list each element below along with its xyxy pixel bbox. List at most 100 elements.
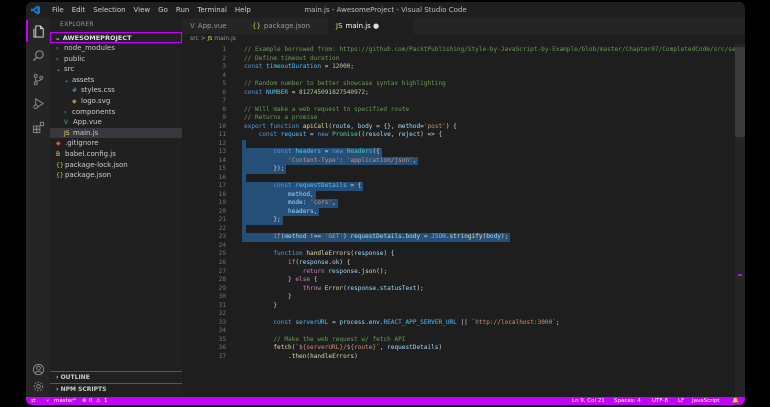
menu-item-file[interactable]: File: [48, 2, 68, 18]
code-line[interactable]: 11 const request = new Promise((resolve,…: [182, 131, 735, 140]
line-number: 7: [222, 97, 226, 105]
code-line[interactable]: 5 // Random number to better showcase syn…: [182, 80, 735, 89]
menu-item-run[interactable]: Run: [172, 2, 193, 18]
code-line[interactable]: 16: [182, 174, 735, 183]
language-mode[interactable]: JavaScript: [692, 397, 720, 405]
project-folder-header[interactable]: ⌄ AWESOMEPROJECT: [50, 32, 182, 43]
git-branch[interactable]: master*: [54, 397, 76, 405]
code-line[interactable]: 21 };: [182, 216, 735, 225]
end-of-line[interactable]: LF: [678, 397, 684, 405]
tree-item[interactable]: › components: [50, 107, 182, 118]
code-line[interactable]: 36 fetch(`${serverURL}/${route}`, reques…: [182, 344, 735, 353]
files-icon[interactable]: [26, 20, 50, 42]
tree-item[interactable]: ⌄ assets: [50, 75, 182, 86]
code-line[interactable]: 22: [182, 225, 735, 234]
tab-app-vue[interactable]: V App.vue: [182, 18, 244, 34]
extensions-icon[interactable]: [26, 116, 50, 138]
code-line[interactable]: 29 throw Error(response.statusText);: [182, 285, 735, 294]
tree-item[interactable]: {}package-lock.json: [50, 160, 182, 171]
code-line[interactable]: 2 // Define timeout duration: [182, 55, 735, 64]
js-file-icon: JS: [207, 36, 213, 42]
code-line[interactable]: 8 // Will make a web request to specified…: [182, 106, 735, 115]
code-editor[interactable]: 1 // Example borrowed from: https://githu…: [182, 44, 745, 397]
tab-main-js[interactable]: JS main.js ●: [328, 18, 414, 34]
code-line[interactable]: 37 .then(handleErrors): [182, 353, 735, 362]
source-control-icon[interactable]: [26, 68, 50, 90]
code-line[interactable]: 20 headers,: [182, 208, 735, 217]
tree-item[interactable]: {}package.json: [50, 170, 182, 181]
code-text: }: [244, 301, 278, 309]
code-line[interactable]: 13 const headers = new Headers({: [182, 148, 735, 157]
code-line[interactable]: 30 }: [182, 293, 735, 302]
code-line[interactable]: 6 const NUMBER = 812745091827540972;: [182, 89, 735, 98]
menu-item-view[interactable]: View: [130, 2, 155, 18]
explorer-header: EXPLORER: [60, 21, 94, 28]
tree-item-label: assets: [72, 75, 95, 84]
settings-gear-icon[interactable]: [26, 375, 50, 397]
remote-icon[interactable]: ⇄: [31, 397, 36, 405]
code-line[interactable]: 14 'Content-Type': 'application/json',: [182, 157, 735, 166]
unsaved-dot-icon[interactable]: ●: [371, 22, 379, 30]
warning-count[interactable]: 1: [104, 397, 108, 405]
tree-item[interactable]: ⌄ src: [50, 64, 182, 75]
code-line[interactable]: 3 const timeoutDuration = 12000;: [182, 63, 735, 72]
chevron-down-icon: ⌄: [55, 34, 63, 42]
code-line[interactable]: 10 export function apiCall(route, body = …: [182, 123, 735, 132]
code-text: const NUMBER = 812745091827540972;: [244, 88, 369, 96]
tree-item[interactable]: Bbabel.config.js: [50, 149, 182, 160]
tree-item[interactable]: › public: [50, 54, 182, 65]
line-number: 27: [218, 267, 226, 275]
code-line[interactable]: 27 return response.json();: [182, 268, 735, 277]
code-line[interactable]: 31 }: [182, 302, 735, 311]
code-line[interactable]: 12: [182, 140, 735, 149]
code-line[interactable]: 7: [182, 97, 735, 106]
menu-item-selection[interactable]: Selection: [89, 2, 129, 18]
breadcrumb-file[interactable]: main.js: [214, 35, 236, 42]
code-line[interactable]: 26 if(response.ok) {: [182, 259, 735, 268]
encoding[interactable]: UTF-8: [652, 397, 668, 405]
code-line[interactable]: 23 if(method !== 'GET') requestDetails.b…: [182, 233, 735, 242]
tree-item[interactable]: # styles.css: [50, 85, 182, 96]
menu-item-go[interactable]: Go: [154, 2, 172, 18]
cursor-position[interactable]: Ln 9, Col 21: [572, 397, 605, 405]
menu-item-help[interactable]: Help: [231, 2, 255, 18]
indentation[interactable]: Spaces: 4: [614, 397, 641, 405]
code-line[interactable]: 1 // Example borrowed from: https://githu…: [182, 46, 735, 55]
title-bar: File Edit Selection View Go Run Terminal Help m…: [26, 2, 745, 18]
tree-item[interactable]: › node_modules: [50, 43, 182, 54]
run-debug-icon[interactable]: [26, 92, 50, 114]
code-line[interactable]: 19 mode: 'cors',: [182, 199, 735, 208]
line-number: 14: [218, 156, 226, 164]
code-line[interactable]: 28 } else {: [182, 276, 735, 285]
tree-item[interactable]: V App.vue: [50, 117, 182, 128]
code-line[interactable]: 15 });: [182, 165, 735, 174]
code-line[interactable]: 4: [182, 72, 735, 81]
scrollbar-thumb[interactable]: [735, 47, 745, 137]
code-line[interactable]: 18 method,: [182, 191, 735, 200]
overview-ruler-mark: [738, 274, 742, 276]
tree-item[interactable]: ◈ logo.svg: [50, 96, 182, 107]
notifications-bell-icon[interactable]: 🔔: [732, 397, 739, 405]
code-line[interactable]: 25 function handleErrors(response) {: [182, 250, 735, 259]
menu-item-edit[interactable]: Edit: [68, 2, 90, 18]
tree-item[interactable]: JS main.js: [50, 127, 182, 139]
npm-scripts-panel-header[interactable]: › NPM SCRIPTS: [50, 383, 182, 395]
breadcrumb-folder[interactable]: src: [190, 35, 199, 42]
search-icon[interactable]: [26, 44, 50, 66]
code-line[interactable]: 34: [182, 327, 735, 336]
code-line[interactable]: 35 // Make the web request w/ fetch API: [182, 336, 735, 345]
code-line[interactable]: 9 // Returns a promise: [182, 114, 735, 123]
error-count[interactable]: 0: [89, 397, 93, 405]
code-line[interactable]: 17 const requestDetails = {: [182, 182, 735, 191]
code-text: };: [244, 216, 281, 224]
code-line[interactable]: 24: [182, 242, 735, 251]
menu-item-terminal[interactable]: Terminal: [193, 2, 231, 18]
tab-package-json[interactable]: {} package.json: [244, 18, 328, 34]
code-line[interactable]: 32: [182, 310, 735, 319]
status-bar: ⇄ ⑂ master* ⊗ 0 ⚠ 1 Ln 9, Col 21 Spaces:…: [26, 397, 745, 405]
line-number: 6: [222, 88, 226, 96]
outline-panel-header[interactable]: › OUTLINE: [50, 371, 182, 383]
tree-item-label: components: [72, 107, 116, 116]
tree-item[interactable]: ◆ .gitignore: [50, 138, 182, 149]
code-line[interactable]: 33 const serverURL = process.env.REACT_A…: [182, 319, 735, 328]
